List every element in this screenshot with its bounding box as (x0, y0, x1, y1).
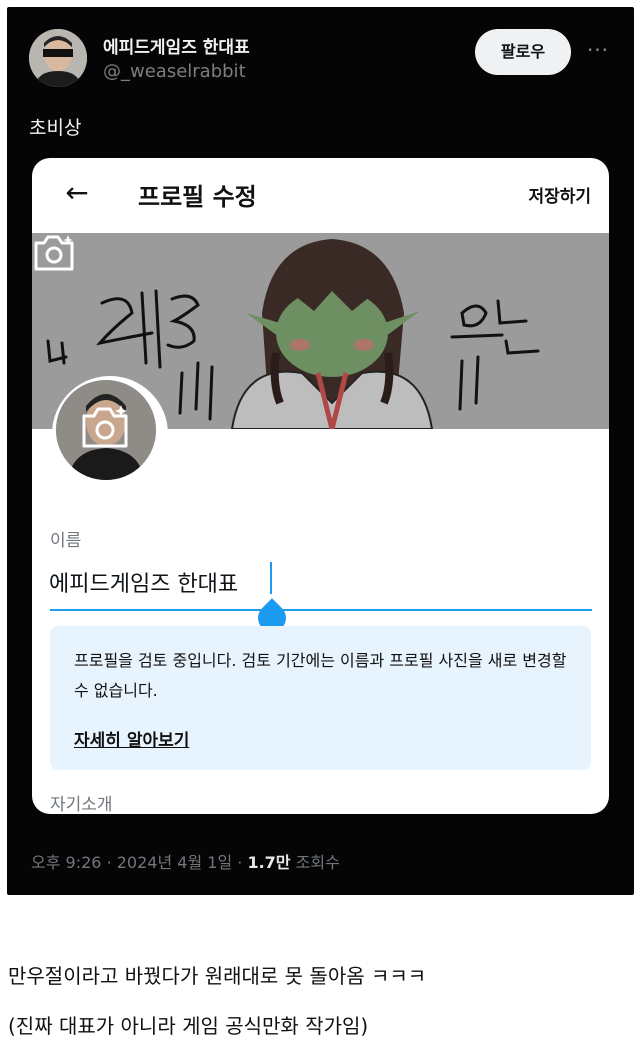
author-handle[interactable]: @_weaselrabbit (103, 61, 246, 82)
bio-field-label[interactable]: 자기소개 (50, 790, 113, 814)
name-field-label: 이름 (50, 531, 82, 551)
more-options-icon[interactable]: ··· (583, 35, 613, 65)
tweet-card: 에피드게임즈 한대표 @_weaselrabbit 팔로우 ··· 초비상 ← … (7, 7, 634, 895)
meta-separator: · (237, 853, 243, 872)
follow-button[interactable]: 팔로우 (475, 29, 571, 75)
review-notice-text: 프로필을 검토 중입니다. 검토 기간에는 이름과 프로필 사진을 새로 변경할… (74, 651, 567, 700)
name-input[interactable] (49, 562, 592, 602)
caption-line-1: 만우절이라고 바꿨다가 원래대로 못 돌아옴 ㅋㅋㅋ (8, 964, 427, 988)
learn-more-link[interactable]: 자세히 알아보기 (74, 726, 189, 751)
meta-separator: · (106, 853, 112, 872)
edit-profile-title: 프로필 수정 (138, 183, 257, 211)
profile-photo[interactable] (52, 376, 168, 492)
author-avatar[interactable] (29, 29, 87, 87)
review-notice: 프로필을 검토 중입니다. 검토 기간에는 이름과 프로필 사진을 새로 변경할… (50, 626, 591, 770)
views-label: 조회수 (295, 853, 340, 872)
tweet-date[interactable]: 2024년 4월 1일 (117, 853, 232, 872)
tweet-text: 초비상 (29, 117, 82, 139)
banner-camera-icon[interactable] (32, 233, 76, 273)
tweet-time[interactable]: 오후 9:26 (31, 853, 101, 872)
edit-profile-screenshot: ← 프로필 수정 저장하기 이름 에피드게임즈 한대표 프로필을 검토 중입니다… (32, 158, 609, 814)
views-count: 1.7만 (247, 853, 291, 872)
arrow-left-icon[interactable]: ← (60, 176, 94, 210)
caption-line-2: (진짜 대표가 아니라 게임 공식만화 작가임) (8, 1014, 369, 1038)
profile-camera-icon[interactable] (80, 404, 130, 450)
save-button[interactable]: 저장하기 (528, 182, 591, 207)
tweet-meta: 오후 9:26 · 2024년 4월 1일 · 1.7만 조회수 (31, 849, 340, 873)
author-name[interactable]: 에피드게임즈 한대표 (103, 33, 250, 58)
name-input-underline (50, 609, 592, 611)
text-caret (270, 562, 272, 594)
